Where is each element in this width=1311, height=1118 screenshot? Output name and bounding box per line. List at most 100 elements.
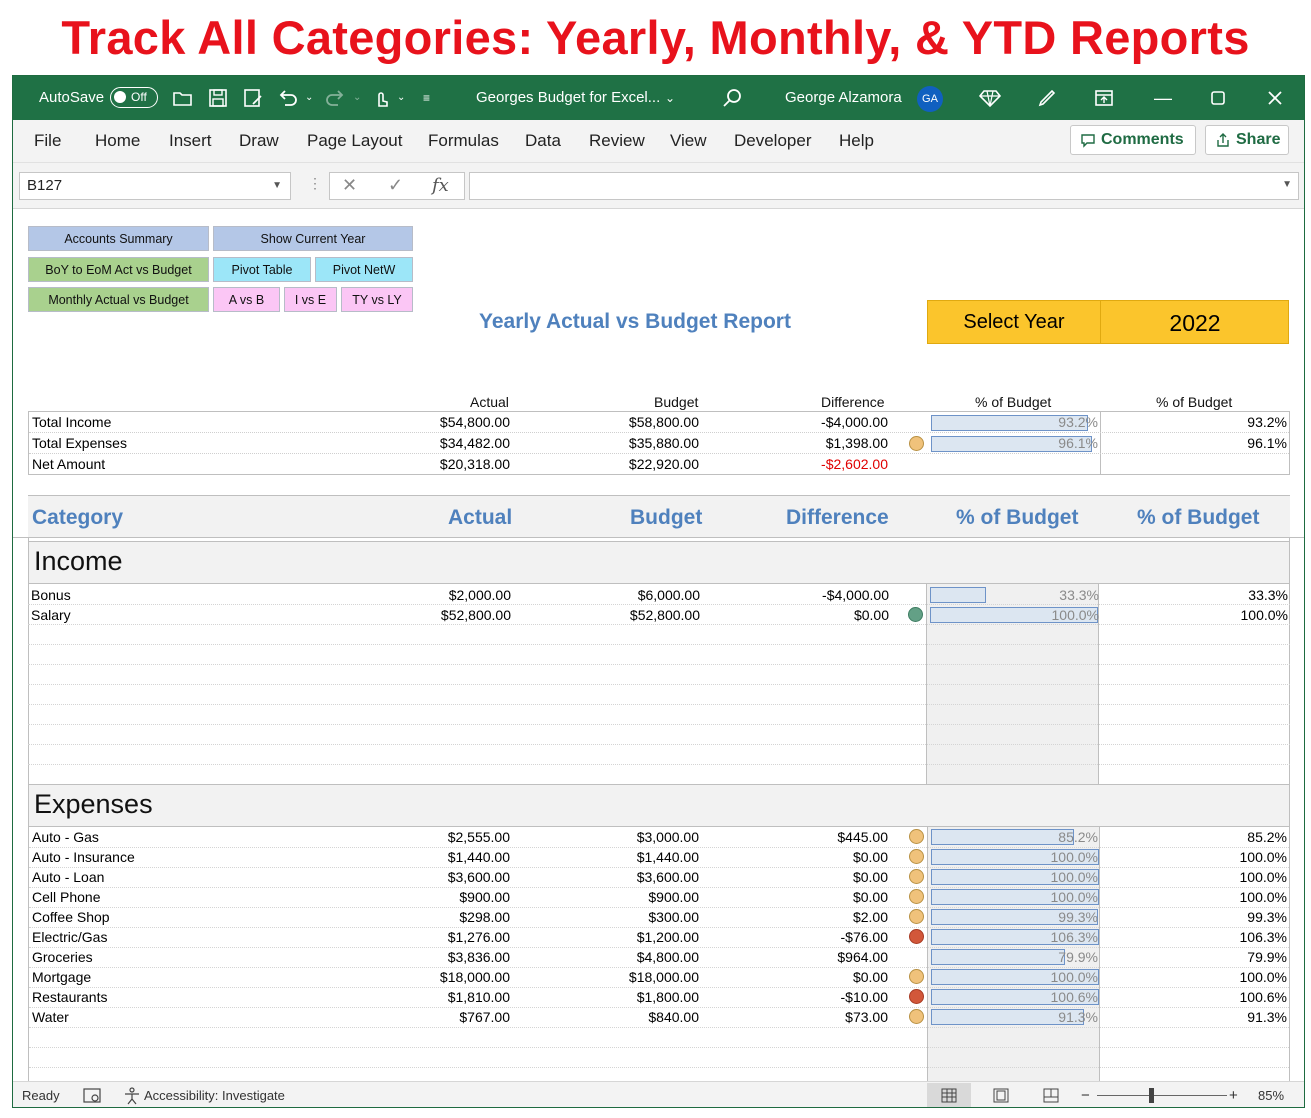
zoom-in-button[interactable]: + — [1229, 1082, 1238, 1107]
share-button[interactable]: Share — [1205, 125, 1289, 155]
pct-bar-label: 100.0% — [1050, 849, 1098, 865]
tab-view[interactable]: View — [670, 120, 707, 163]
accessibility-icon[interactable] — [123, 1087, 141, 1105]
grid-line — [29, 1047, 1289, 1048]
expenses-row[interactable]: Auto - Loan $3,600.00 $3,600.00 $0.00 100.0%… — [29, 867, 1289, 887]
file-name-chevron-icon[interactable]: ⌄ — [665, 76, 675, 120]
user-name[interactable]: George Alzamora — [785, 76, 902, 120]
tab-help[interactable]: Help — [839, 120, 874, 163]
row-actual: $20,318.00 — [439, 456, 510, 472]
expenses-row[interactable]: Water $767.00 $840.00 $73.00 91.3% 91.3% — [29, 1007, 1289, 1027]
a-vs-b-button[interactable]: A vs B — [213, 287, 280, 312]
close-icon[interactable] — [1263, 86, 1287, 110]
tab-data[interactable]: Data — [525, 120, 561, 163]
summary-row[interactable]: Net Amount $20,318.00 $22,920.00 -$2,602.00 — [29, 454, 1289, 475]
income-title-band: Income — [28, 541, 1290, 584]
expenses-row[interactable]: Mortgage $18,000.00 $18,000.00 $0.00 100.0% 1… — [29, 967, 1289, 987]
name-box[interactable]: B127 ▼ — [19, 172, 291, 200]
touch-dropdown-icon[interactable]: ⌄ — [397, 76, 405, 120]
page-break-view-button[interactable] — [1029, 1083, 1073, 1107]
page-layout-view-button[interactable] — [979, 1083, 1023, 1107]
tab-formulas[interactable]: Formulas — [428, 120, 499, 163]
save-as-icon[interactable] — [241, 86, 265, 110]
row-pct: 106.3% — [1239, 929, 1287, 945]
ribbon-display-icon[interactable] — [1092, 86, 1116, 110]
undo-icon[interactable] — [276, 86, 300, 110]
redo-icon[interactable] — [323, 86, 347, 110]
expenses-row[interactable]: Restaurants $1,810.00 $1,800.00 -$10.00 100.… — [29, 987, 1289, 1007]
row-actual: $3,600.00 — [447, 869, 510, 885]
i-vs-e-button[interactable]: I vs E — [284, 287, 337, 312]
row-pct: 100.0% — [1239, 849, 1287, 865]
diamond-icon[interactable] — [978, 86, 1002, 110]
comments-button[interactable]: Comments — [1070, 125, 1196, 155]
avatar[interactable]: GA — [917, 86, 943, 112]
zoom-slider[interactable] — [1097, 1095, 1227, 1096]
expenses-row[interactable]: Electric/Gas $1,276.00 $1,200.00 -$76.00 106… — [29, 927, 1289, 947]
zoom-out-button[interactable]: − — [1081, 1082, 1090, 1107]
pct-bar-label: 99.3% — [1058, 909, 1098, 925]
name-box-dropdown-icon[interactable]: ▼ — [272, 173, 282, 199]
file-name[interactable]: Georges Budget for Excel... — [476, 76, 660, 120]
macro-recorder-icon[interactable] — [83, 1088, 101, 1104]
save-icon[interactable] — [206, 86, 230, 110]
row-name: Total Income — [32, 414, 112, 430]
insert-function-icon[interactable]: fx — [432, 175, 449, 196]
undo-dropdown-icon[interactable]: ⌄ — [305, 76, 313, 120]
tab-draw[interactable]: Draw — [239, 120, 279, 163]
name-box-value: B127 — [27, 177, 63, 194]
status-accessibility[interactable]: Accessibility: Investigate — [144, 1082, 285, 1107]
expenses-row[interactable]: Auto - Gas $2,555.00 $3,000.00 $445.00 85.2%… — [29, 827, 1289, 847]
expand-formula-icon[interactable]: ▼ — [1282, 179, 1292, 190]
expenses-row[interactable]: Groceries $3,836.00 $4,800.00 $964.00 79.9% 7… — [29, 947, 1289, 967]
status-dot-icon — [909, 829, 924, 844]
tab-review[interactable]: Review — [589, 120, 645, 163]
autosave-toggle[interactable]: Off — [110, 87, 158, 108]
tab-page-layout[interactable]: Page Layout — [307, 120, 402, 163]
pct-bar-label: 85.2% — [1058, 829, 1098, 845]
pivot-table-button[interactable]: Pivot Table — [213, 257, 311, 282]
status-dot-icon — [908, 607, 923, 622]
row-budget: $1,200.00 — [636, 929, 699, 945]
summary-row[interactable]: Total Expenses $34,482.00 $35,880.00 $1,398… — [29, 433, 1289, 454]
tab-home[interactable]: Home — [95, 120, 140, 163]
row-name: Groceries — [32, 949, 93, 965]
redo-dropdown-icon[interactable]: ⌄ — [353, 76, 361, 120]
show-current-year-button[interactable]: Show Current Year — [213, 226, 413, 251]
summary-header-pct: % of Budget — [1156, 394, 1233, 410]
ty-vs-ly-button[interactable]: TY vs LY — [341, 287, 413, 312]
select-year-value[interactable]: 2022 — [1101, 301, 1289, 343]
maximize-icon[interactable] — [1206, 86, 1230, 110]
tab-developer[interactable]: Developer — [734, 120, 812, 163]
expenses-row[interactable]: Auto - Insurance $1,440.00 $1,440.00 $0.00 1… — [29, 847, 1289, 867]
tab-file[interactable]: File — [34, 120, 61, 163]
category-header: Category Actual Budget Difference % of B… — [28, 495, 1290, 538]
pivot-netw-button[interactable]: Pivot NetW — [315, 257, 413, 282]
expenses-row[interactable]: Coffee Shop $298.00 $300.00 $2.00 99.3% 99.3% — [29, 907, 1289, 927]
formula-actions: ✕ ✓ fx — [329, 172, 465, 200]
expenses-row[interactable]: Cell Phone $900.00 $900.00 $0.00 100.0% 100.0… — [29, 887, 1289, 907]
zoom-slider-thumb[interactable] — [1149, 1088, 1154, 1103]
customize-qat-icon[interactable]: ≡ — [423, 76, 430, 120]
col-header-category: Category — [32, 506, 124, 529]
share-label: Share — [1236, 131, 1281, 148]
accounts-summary-button[interactable]: Accounts Summary — [28, 226, 209, 251]
income-row[interactable]: Salary $52,800.00 $52,800.00 $0.00 100.0% 100… — [28, 605, 1290, 625]
income-row[interactable]: Bonus $2,000.00 $6,000.00 -$4,000.00 33.3% 33… — [28, 585, 1290, 605]
normal-view-button[interactable] — [927, 1083, 971, 1107]
pen-icon[interactable] — [1035, 86, 1059, 110]
boy-to-eom-button[interactable]: BoY to EoM Act vs Budget — [28, 257, 209, 282]
cancel-icon[interactable]: ✕ — [342, 175, 357, 196]
col-header-budget: Budget — [630, 506, 703, 529]
zoom-level[interactable]: 85% — [1258, 1082, 1284, 1107]
tab-insert[interactable]: Insert — [169, 120, 212, 163]
touch-mode-icon[interactable] — [369, 86, 393, 110]
autosave-label: AutoSave — [39, 89, 105, 106]
search-icon[interactable] — [720, 86, 744, 110]
minimize-icon[interactable]: — — [1154, 76, 1172, 120]
summary-row[interactable]: Total Income $54,800.00 $58,800.00 -$4,000.… — [29, 412, 1289, 433]
monthly-actual-vs-budget-button[interactable]: Monthly Actual vs Budget — [28, 287, 209, 312]
enter-icon[interactable]: ✓ — [388, 175, 403, 196]
open-folder-icon[interactable] — [171, 86, 195, 110]
formula-input[interactable]: ▼ — [469, 172, 1299, 200]
